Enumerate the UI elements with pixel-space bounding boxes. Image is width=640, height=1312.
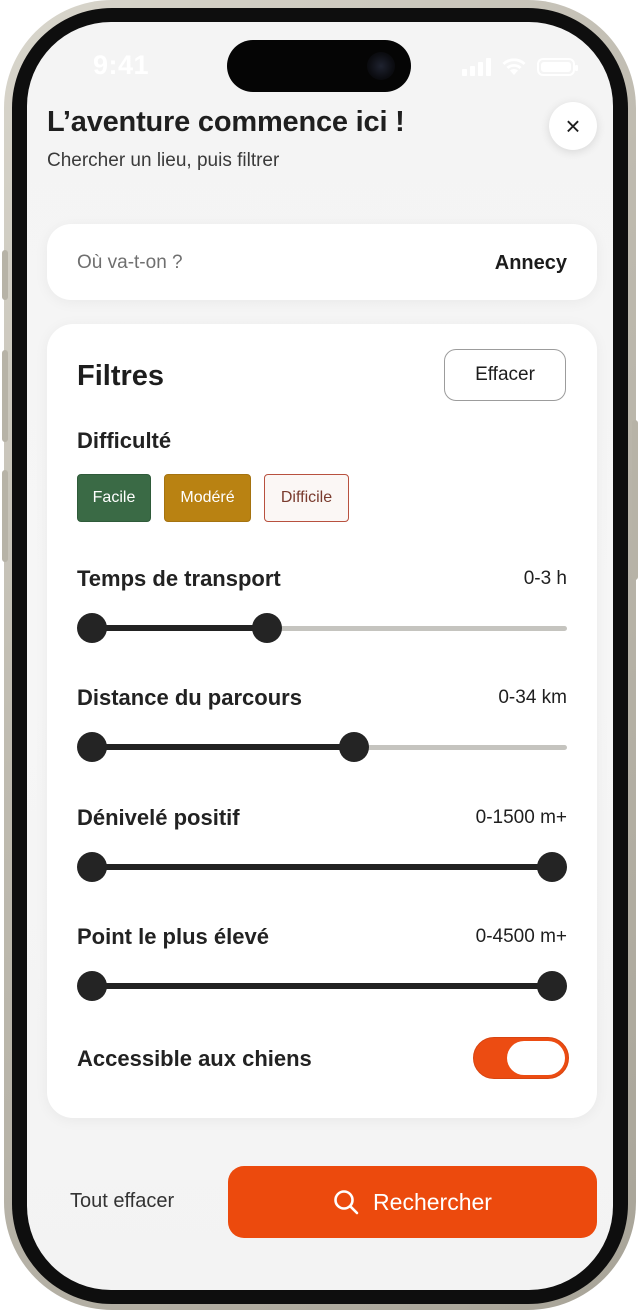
- search-icon: [334, 1190, 359, 1215]
- slider-fill: [92, 625, 267, 631]
- trail-distance-slider[interactable]: [77, 732, 567, 762]
- reset-all-link[interactable]: Tout effacer: [70, 1190, 174, 1213]
- slider-min-thumb[interactable]: [77, 852, 107, 882]
- dogs-toggle[interactable]: [473, 1037, 569, 1079]
- screen: 9:41 L’aventure commence ici ! Chercher …: [27, 22, 613, 1290]
- highest-point-value: 0-4500 m+: [475, 926, 567, 947]
- power-button: [632, 420, 638, 580]
- page-title: L’aventure commence ici !: [47, 106, 405, 138]
- transport-time-label: Temps de transport: [77, 566, 281, 591]
- slider-max-thumb[interactable]: [251, 613, 282, 643]
- highest-point-slider[interactable]: [77, 971, 567, 1001]
- search-button[interactable]: Rechercher: [228, 1166, 597, 1238]
- difficulty-chip-easy[interactable]: Facile: [77, 474, 151, 522]
- highest-point-label: Point le plus élevé: [77, 924, 269, 949]
- close-button[interactable]: ×: [549, 102, 597, 150]
- slider-max-thumb[interactable]: [537, 852, 567, 882]
- difficulty-chip-hard[interactable]: Difficile: [264, 474, 349, 522]
- elevation-gain-slider[interactable]: [77, 852, 567, 882]
- status-icons: [462, 56, 578, 76]
- toggle-knob: [507, 1041, 565, 1075]
- location-field[interactable]: Où va-t-on ? Annecy: [47, 224, 597, 300]
- slider-max-thumb[interactable]: [537, 971, 567, 1001]
- filters-title: Filtres: [77, 360, 165, 392]
- slider-fill: [92, 864, 552, 870]
- transport-time-slider[interactable]: [77, 613, 567, 643]
- filters-card: Filtres Effacer Difficulté Facile Modéré…: [47, 324, 597, 1118]
- location-value: Annecy: [494, 252, 567, 274]
- trail-distance-value: 0-34 km: [498, 687, 567, 708]
- signal-icon: [462, 58, 491, 76]
- slider-min-thumb[interactable]: [77, 613, 107, 643]
- dynamic-island: [227, 40, 411, 92]
- battery-icon: [537, 58, 578, 76]
- camera-icon: [367, 52, 395, 80]
- trail-distance-label: Distance du parcours: [77, 685, 302, 710]
- slider-fill: [92, 744, 355, 750]
- volume-down-button: [2, 470, 8, 562]
- location-question: Où va-t-on ?: [77, 252, 183, 273]
- volume-up-button: [2, 350, 8, 442]
- action-button: [2, 250, 8, 300]
- difficulty-chip-moderate[interactable]: Modéré: [164, 474, 251, 522]
- slider-max-thumb[interactable]: [339, 732, 370, 762]
- transport-time-value: 0-3 h: [523, 568, 567, 589]
- slider-min-thumb[interactable]: [77, 971, 107, 1001]
- slider-min-thumb[interactable]: [77, 732, 107, 762]
- elevation-gain-label: Dénivelé positif: [77, 805, 240, 830]
- close-icon: ×: [565, 111, 581, 141]
- wifi-icon: [502, 58, 526, 75]
- elevation-gain-value: 0-1500 m+: [475, 807, 567, 828]
- clear-filters-button[interactable]: Effacer: [444, 349, 566, 401]
- search-button-label: Rechercher: [373, 1188, 492, 1215]
- dogs-label: Accessible aux chiens: [77, 1046, 312, 1071]
- slider-fill: [92, 983, 552, 989]
- difficulty-label: Difficulté: [77, 428, 172, 453]
- status-time: 9:41: [93, 50, 150, 80]
- page-subtitle: Chercher un lieu, puis filtrer: [47, 150, 280, 171]
